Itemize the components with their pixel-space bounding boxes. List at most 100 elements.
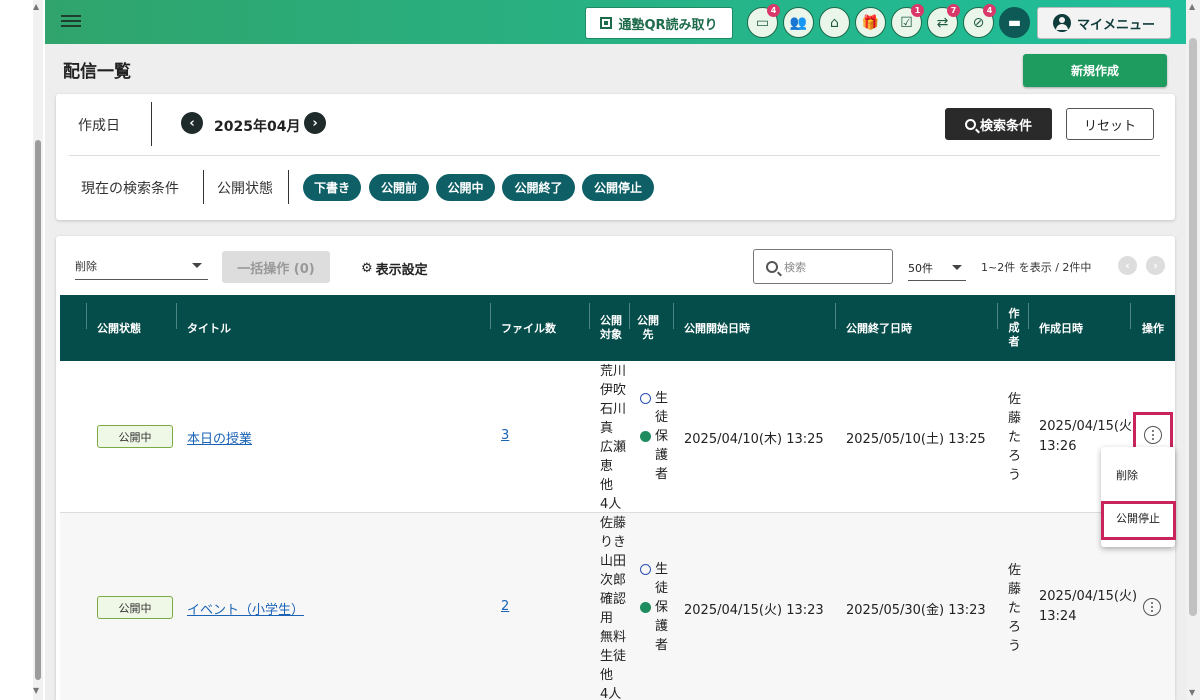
my-menu-label: マイメニュー xyxy=(1076,17,1155,33)
new-create-button[interactable]: 新規作成 xyxy=(1023,54,1167,87)
page-scrollbar[interactable]: ▲ ▼ xyxy=(1186,0,1200,700)
header-dest-line2: 先 xyxy=(642,328,654,341)
header-ops: 操作 xyxy=(1142,322,1164,335)
scroll-down-icon[interactable]: ▼ xyxy=(1189,688,1195,697)
dest-char: 保 xyxy=(655,600,669,615)
display-settings-button[interactable]: ⚙ 表示設定 xyxy=(361,259,428,278)
left-scroll-up-icon[interactable]: ▲ xyxy=(33,2,39,11)
page-scrollbar-thumb[interactable] xyxy=(1189,38,1197,616)
dest-char: 者 xyxy=(655,467,669,482)
target-name: 荒川 xyxy=(600,364,627,379)
author-char: う xyxy=(1008,639,1022,654)
header-created[interactable]: 作成日時 xyxy=(1039,295,1083,361)
menu-item-highlight xyxy=(1101,501,1176,540)
scroll-up-icon[interactable]: ▲ xyxy=(1189,2,1195,11)
created-datetime: 2025/04/15(火) 13:24 xyxy=(1039,587,1137,627)
status-chip-ended[interactable]: 公開終了 xyxy=(502,174,575,201)
status-chip-before[interactable]: 公開前 xyxy=(369,174,429,201)
per-page-select[interactable]: 50件 xyxy=(908,260,966,281)
header-separator xyxy=(589,303,590,329)
dest-char: 徒 xyxy=(655,410,669,425)
header-author[interactable]: 作 成 者 xyxy=(1005,295,1023,361)
display-settings-label: 表示設定 xyxy=(375,263,428,278)
date-label: 作成日 xyxy=(78,118,120,134)
chat-icon[interactable]: ▬ xyxy=(999,7,1030,38)
target-list: 佐藤 りき 山田 次郎 確認 用 無料 生徒 他 4人 xyxy=(600,514,630,700)
month-prev-icon[interactable]: ‹ xyxy=(181,112,203,134)
left-scroll-down-icon[interactable]: ▼ xyxy=(33,686,39,695)
checklist-icon[interactable]: ☑ 1 xyxy=(891,4,924,38)
page-prev-icon[interactable]: ‹ xyxy=(1118,256,1137,275)
user-account-icon xyxy=(1052,14,1071,32)
no-location-icon[interactable]: ⊘ 4 xyxy=(963,4,996,38)
qr-scan-button[interactable]: 通塾QR読み取り xyxy=(585,7,733,39)
header-target-line1: 公開 xyxy=(600,314,622,327)
header-separator xyxy=(1028,303,1029,329)
qr-code-icon xyxy=(600,17,613,29)
header-author-line2: 成 xyxy=(1008,321,1020,334)
message-icon[interactable]: ▭ 4 xyxy=(747,4,780,38)
target-name: 伊吹 xyxy=(600,383,627,398)
target-name: 4人 xyxy=(600,497,622,512)
bulk-operation-button[interactable]: 一括操作 (0) xyxy=(222,251,330,283)
header-files[interactable]: ファイル数 xyxy=(501,295,556,361)
list-card: 削除 一括操作 (0) ⚙ 表示設定 検索 50件 1~2件 を表示 / 2件中… xyxy=(56,236,1175,700)
target-name: 山田 xyxy=(600,554,627,569)
status-chip-stopped[interactable]: 公開停止 xyxy=(582,174,654,201)
bulk-action-select[interactable]: 削除 xyxy=(75,254,208,280)
dropdown-caret-icon xyxy=(952,265,962,270)
hamburger-menu-icon[interactable] xyxy=(61,12,81,30)
author-char: ろ xyxy=(1008,620,1022,635)
title-link[interactable]: 本日の授業 xyxy=(187,428,252,447)
reset-button[interactable]: リセット xyxy=(1066,108,1154,140)
menu-item-delete[interactable]: 削除 xyxy=(1101,460,1175,490)
divider xyxy=(203,170,204,204)
target-name: 他 xyxy=(600,668,614,683)
header-separator xyxy=(176,303,177,329)
school-icon[interactable]: ⌂ xyxy=(819,7,850,38)
month-next-icon[interactable]: › xyxy=(304,112,326,134)
search-placeholder: 検索 xyxy=(784,260,806,274)
search-input[interactable]: 検索 xyxy=(753,249,893,284)
status-chip-active[interactable]: 公開中 xyxy=(436,174,495,201)
file-count-link[interactable]: 2 xyxy=(501,599,509,614)
dest-char: 生 xyxy=(655,562,669,577)
author-char: 藤 xyxy=(1008,411,1022,426)
author-char: 藤 xyxy=(1008,582,1022,597)
search-icon xyxy=(766,260,778,273)
more-options-icon[interactable] xyxy=(1143,598,1161,616)
table-header: 公開状態 タイトル ファイル数 公開 対象 公開 先 公開開始日時 公開終了日時… xyxy=(60,295,1175,361)
file-count-link[interactable]: 3 xyxy=(501,428,509,443)
header-title[interactable]: タイトル xyxy=(187,295,231,361)
group-icon[interactable]: 👥 xyxy=(783,7,814,38)
page-next-icon[interactable]: › xyxy=(1146,256,1165,275)
parent-icon xyxy=(640,602,651,613)
search-conditions-button[interactable]: 検索条件 xyxy=(945,108,1052,140)
author-char: 佐 xyxy=(1008,392,1022,407)
title-link[interactable]: イベント（小学生） xyxy=(187,599,304,618)
header-author-line1: 作 xyxy=(1008,307,1020,320)
no-location-badge: 4 xyxy=(983,4,996,17)
author-name: 佐 藤 た ろ う xyxy=(1008,390,1025,485)
transfer-icon[interactable]: ⇄ 7 xyxy=(927,4,960,38)
header-end[interactable]: 公開終了日時 xyxy=(846,295,912,361)
target-name: 次郎 xyxy=(600,573,627,588)
gear-icon: ⚙ xyxy=(361,261,373,276)
header-dest[interactable]: 公開 先 xyxy=(637,295,659,361)
status-chip-draft[interactable]: 下書き xyxy=(303,174,361,201)
header-target[interactable]: 公開 対象 xyxy=(598,295,624,361)
target-name: 石川 xyxy=(600,402,627,417)
dest-student: 生 徒 xyxy=(640,389,669,427)
header-separator xyxy=(835,303,836,329)
gift-icon[interactable]: 🎁 xyxy=(855,7,886,38)
header-dest-line1: 公開 xyxy=(637,314,659,327)
left-scrollbar-thumb[interactable] xyxy=(35,140,41,680)
end-datetime: 2025/05/30(金) 13:23 xyxy=(846,603,986,618)
header-separator xyxy=(1130,303,1131,329)
header-status[interactable]: 公開状態 xyxy=(97,295,141,361)
per-page-value: 50件 xyxy=(908,262,933,275)
my-menu-button[interactable]: マイメニュー xyxy=(1037,7,1171,39)
target-name: 広瀬 xyxy=(600,440,627,455)
header-start[interactable]: 公開開始日時 xyxy=(684,295,750,361)
target-name: 4人 xyxy=(600,687,622,700)
